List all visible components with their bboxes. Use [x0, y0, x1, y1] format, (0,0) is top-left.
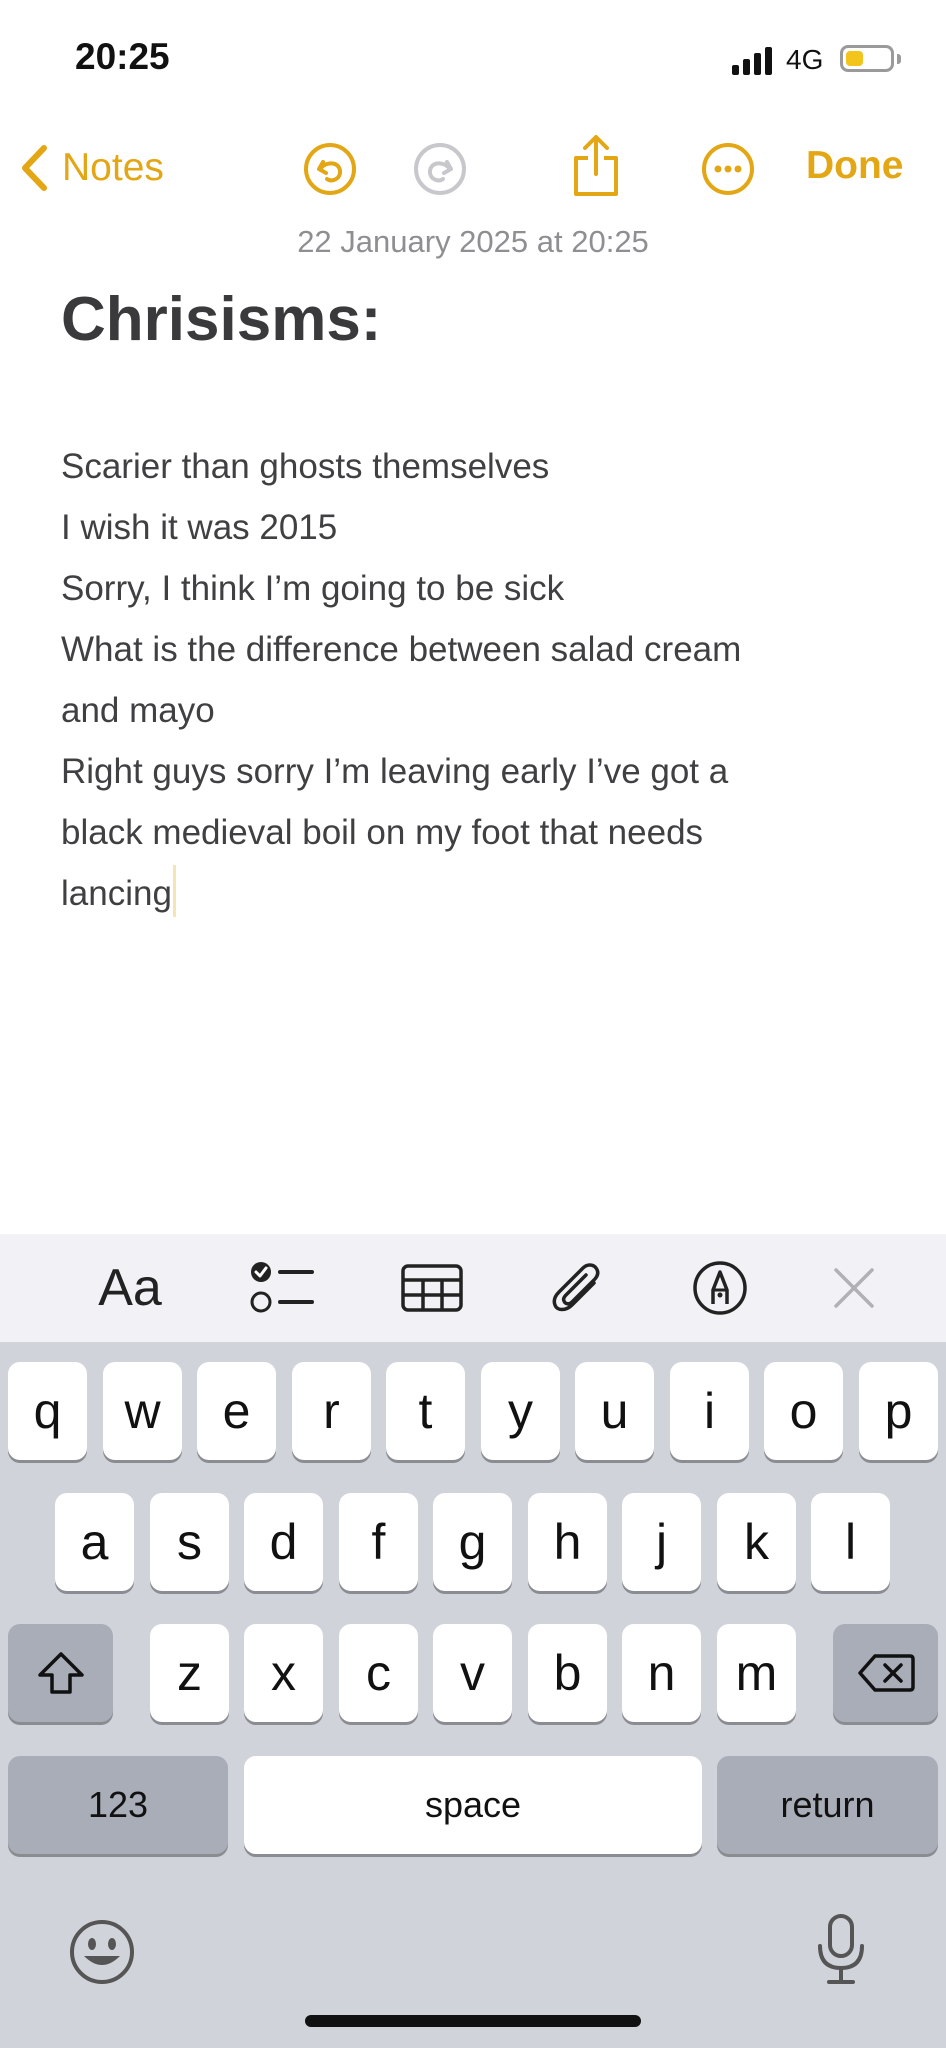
back-button[interactable]: Notes — [20, 144, 164, 192]
attachment-button[interactable] — [536, 1234, 620, 1342]
key-z[interactable]: z — [150, 1624, 229, 1722]
backspace-icon — [857, 1654, 915, 1692]
key-f[interactable]: f — [339, 1493, 418, 1591]
table-icon — [401, 1264, 463, 1312]
key-m[interactable]: m — [717, 1624, 796, 1722]
undo-icon[interactable] — [303, 142, 357, 196]
battery-tip — [897, 54, 901, 64]
formatting-toolbar: Aa — [0, 1234, 946, 1342]
key-a[interactable]: a — [55, 1493, 134, 1591]
note-line: Scarier than ghosts themselves — [61, 447, 550, 486]
numbers-key[interactable]: 123 — [8, 1756, 228, 1854]
close-toolbar-button[interactable] — [812, 1234, 896, 1342]
note-line: black medieval boil on my foot that need… — [61, 813, 704, 852]
key-g[interactable]: g — [433, 1493, 512, 1591]
note-line: Right guys sorry I’m leaving early I’ve … — [61, 752, 729, 791]
key-p[interactable]: p — [859, 1362, 938, 1460]
note-title[interactable]: Chrisisms: — [61, 284, 381, 355]
note-line-last: lancing — [61, 863, 881, 924]
key-j[interactable]: j — [622, 1493, 701, 1591]
note-line: lancing — [61, 874, 172, 913]
done-button[interactable]: Done — [806, 144, 904, 188]
redo-icon[interactable] — [413, 142, 467, 196]
table-button[interactable] — [390, 1234, 474, 1342]
home-indicator[interactable] — [305, 2015, 641, 2027]
note-body[interactable]: Scarier than ghosts themselves I wish it… — [61, 436, 881, 924]
checklist-button[interactable] — [240, 1234, 324, 1342]
key-r[interactable]: r — [292, 1362, 371, 1460]
text-cursor — [172, 865, 176, 917]
space-key[interactable]: space — [244, 1756, 702, 1854]
key-i[interactable]: i — [670, 1362, 749, 1460]
key-w[interactable]: w — [103, 1362, 182, 1460]
emoji-icon[interactable] — [68, 1918, 136, 1986]
note-date: 22 January 2025 at 20:25 — [297, 224, 649, 259]
shift-icon — [37, 1652, 84, 1694]
paperclip-icon — [552, 1263, 600, 1312]
note-line: What is the difference between salad cre… — [61, 630, 742, 669]
key-b[interactable]: b — [528, 1624, 607, 1722]
cellular-signal-icon — [732, 47, 772, 75]
key-x[interactable]: x — [244, 1624, 323, 1722]
more-options-icon[interactable] — [701, 142, 755, 196]
battery-icon — [840, 45, 894, 72]
key-k[interactable]: k — [717, 1493, 796, 1591]
note-line: I wish it was 2015 — [61, 508, 338, 547]
microphone-icon[interactable] — [813, 1912, 869, 1988]
note-line: and mayo — [61, 691, 215, 730]
status-time: 20:25 — [75, 36, 170, 77]
back-label: Notes — [62, 146, 164, 189]
key-v[interactable]: v — [433, 1624, 512, 1722]
key-e[interactable]: e — [197, 1362, 276, 1460]
key-t[interactable]: t — [386, 1362, 465, 1460]
battery-level-fill — [846, 51, 863, 66]
key-l[interactable]: l — [811, 1493, 890, 1591]
key-u[interactable]: u — [575, 1362, 654, 1460]
checklist-icon — [250, 1262, 314, 1313]
share-icon[interactable] — [570, 134, 622, 198]
key-h[interactable]: h — [528, 1493, 607, 1591]
network-type: 4G — [786, 44, 824, 75]
markup-pen-icon — [693, 1261, 747, 1315]
return-key[interactable]: return — [717, 1756, 938, 1854]
chevron-left-icon — [22, 145, 47, 191]
text-format-button[interactable]: Aa — [82, 1234, 178, 1342]
key-d[interactable]: d — [244, 1493, 323, 1591]
note-line: Sorry, I think I’m going to be sick — [61, 569, 565, 608]
key-y[interactable]: y — [481, 1362, 560, 1460]
delete-key[interactable] — [833, 1624, 938, 1722]
close-icon — [834, 1268, 874, 1308]
markup-button[interactable] — [678, 1234, 762, 1342]
shift-key[interactable] — [8, 1624, 113, 1722]
key-n[interactable]: n — [622, 1624, 701, 1722]
key-c[interactable]: c — [339, 1624, 418, 1722]
key-q[interactable]: q — [8, 1362, 87, 1460]
key-o[interactable]: o — [764, 1362, 843, 1460]
keyboard: q w e r t y u i o p a s d f g h j k l z … — [0, 1342, 946, 2048]
key-s[interactable]: s — [150, 1493, 229, 1591]
